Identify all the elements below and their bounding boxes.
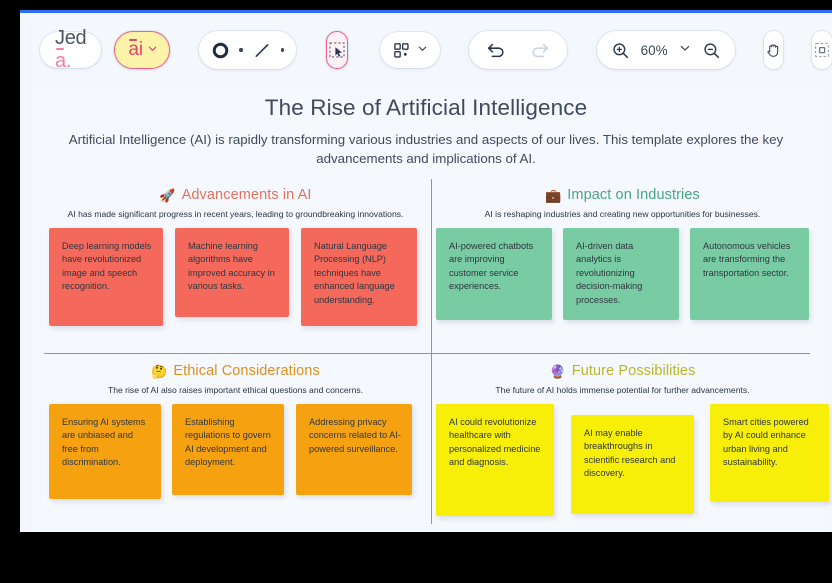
card-group: AI-powered chatbots are improving custom… bbox=[431, 228, 814, 346]
logo-text-dot: . bbox=[65, 50, 72, 72]
hand-pan-icon bbox=[764, 41, 783, 60]
frame-tool-button[interactable] bbox=[812, 31, 832, 69]
quadrant-impact: 💼 Impact on Industries AI is reshaping i… bbox=[431, 179, 814, 353]
select-marquee-icon bbox=[327, 40, 347, 60]
screen-root: Jeda. ai 60% The Rise of Artificial Inte… bbox=[0, 0, 832, 583]
sticky-card[interactable]: AI could revolutionize healthcare with p… bbox=[436, 404, 554, 516]
quadrant-title[interactable]: Ethical Considerations bbox=[173, 363, 319, 379]
ai-tool-button[interactable]: ai bbox=[114, 31, 171, 69]
sticky-card[interactable]: Deep learning models have revolutionized… bbox=[49, 228, 163, 326]
undo-arrow-icon[interactable] bbox=[485, 40, 507, 60]
zoom-level-label[interactable]: 60% bbox=[641, 43, 668, 58]
zoom-in-icon[interactable] bbox=[611, 41, 630, 60]
card-group: Deep learning models have revolutionized… bbox=[44, 228, 427, 346]
slide-canvas[interactable]: The Rise of Artificial Intelligence Arti… bbox=[27, 87, 829, 532]
quadrant-description[interactable]: The future of AI holds immense potential… bbox=[431, 385, 814, 396]
sticky-card[interactable]: Natural Language Processing (NLP) techni… bbox=[301, 228, 417, 326]
select-tool-button[interactable] bbox=[325, 31, 348, 69]
logo-text: Jeda. bbox=[55, 27, 87, 73]
quadrant-title[interactable]: Future Possibilities bbox=[572, 363, 696, 379]
sticky-card[interactable]: Establishing regulations to govern AI de… bbox=[172, 404, 284, 495]
quadrant-header: 🤔 Ethical Considerations bbox=[44, 355, 427, 379]
line-shape-icon[interactable] bbox=[252, 41, 272, 60]
history-tool-group bbox=[469, 31, 568, 69]
logo-text-a: a bbox=[55, 48, 66, 72]
card-group: AI could revolutionize healthcare with p… bbox=[431, 404, 829, 522]
sticky-card[interactable]: AI-driven data analytics is revolutioniz… bbox=[563, 228, 679, 320]
quadrant-description[interactable]: The rise of AI also raises important eth… bbox=[44, 385, 427, 396]
sticky-card[interactable]: Addressing privacy concerns related to A… bbox=[296, 404, 412, 495]
chevron-down-icon bbox=[417, 41, 428, 59]
sticky-card[interactable]: Autonomous vehicles are transforming the… bbox=[690, 228, 809, 320]
quadrant-title[interactable]: Advancements in AI bbox=[182, 187, 312, 203]
shape-dot-separator-2 bbox=[280, 48, 285, 52]
page-subtitle[interactable]: Artificial Intelligence (AI) is rapidly … bbox=[56, 130, 796, 168]
layout-grid-icon bbox=[392, 41, 411, 60]
shape-tool-group bbox=[199, 31, 297, 69]
quadrant-ethics: 🤔 Ethical Considerations The rise of AI … bbox=[44, 355, 427, 529]
quadrant-future: 🔮 Future Possibilities The future of AI … bbox=[431, 355, 829, 529]
briefcase-icon: 💼 bbox=[545, 187, 562, 203]
chevron-down-icon bbox=[147, 41, 158, 59]
quadrant-description[interactable]: AI has made significant progress in rece… bbox=[44, 209, 427, 220]
sticky-card[interactable]: Smart cities powered by AI could enhance… bbox=[710, 404, 829, 502]
chevron-down-icon[interactable] bbox=[679, 41, 691, 59]
zoom-control-group: 60% bbox=[596, 31, 735, 69]
quadrant-advancements: 🚀 Advancements in AI AI has made signifi… bbox=[44, 179, 427, 353]
shape-dot-separator-1 bbox=[239, 48, 243, 52]
sticky-card[interactable]: Machine learning algorithms have improve… bbox=[175, 228, 289, 317]
pan-tool-button[interactable] bbox=[763, 31, 783, 69]
sticky-card[interactable]: AI may enable breakthroughs in scientifi… bbox=[571, 415, 694, 514]
quadrant-header: 🔮 Future Possibilities bbox=[431, 355, 814, 379]
main-toolbar: Jeda. ai 60% bbox=[20, 13, 832, 87]
redo-arrow-icon[interactable] bbox=[529, 40, 551, 60]
app-window: Jeda. ai 60% The Rise of Artificial Inte… bbox=[20, 10, 832, 532]
quadrant-title[interactable]: Impact on Industries bbox=[567, 187, 700, 203]
quadrant-header: 🚀 Advancements in AI bbox=[44, 179, 427, 203]
sticky-card[interactable]: AI-powered chatbots are improving custom… bbox=[436, 228, 552, 320]
rocket-icon: 🚀 bbox=[159, 187, 176, 203]
frame-crop-icon bbox=[812, 40, 832, 60]
quadrant-header: 💼 Impact on Industries bbox=[431, 179, 814, 203]
quadrant-grid: 🚀 Advancements in AI AI has made signifi… bbox=[44, 179, 829, 524]
layout-tool-button[interactable] bbox=[379, 32, 440, 68]
app-logo[interactable]: Jeda. bbox=[40, 27, 102, 72]
circle-shape-icon[interactable] bbox=[211, 41, 230, 60]
thinking-face-icon: 🤔 bbox=[151, 363, 168, 379]
sticky-card[interactable]: Ensuring AI systems are unbiased and fre… bbox=[49, 404, 161, 499]
zoom-out-icon[interactable] bbox=[702, 41, 721, 60]
logo-text-pre: Jed bbox=[55, 27, 87, 49]
card-group: Ensuring AI systems are unbiased and fre… bbox=[44, 404, 427, 522]
quadrant-description[interactable]: AI is reshaping industries and creating … bbox=[431, 209, 814, 220]
ai-tool-label: ai bbox=[128, 39, 144, 60]
crystal-ball-icon: 🔮 bbox=[549, 363, 566, 379]
page-title[interactable]: The Rise of Artificial Intelligence bbox=[27, 95, 825, 121]
